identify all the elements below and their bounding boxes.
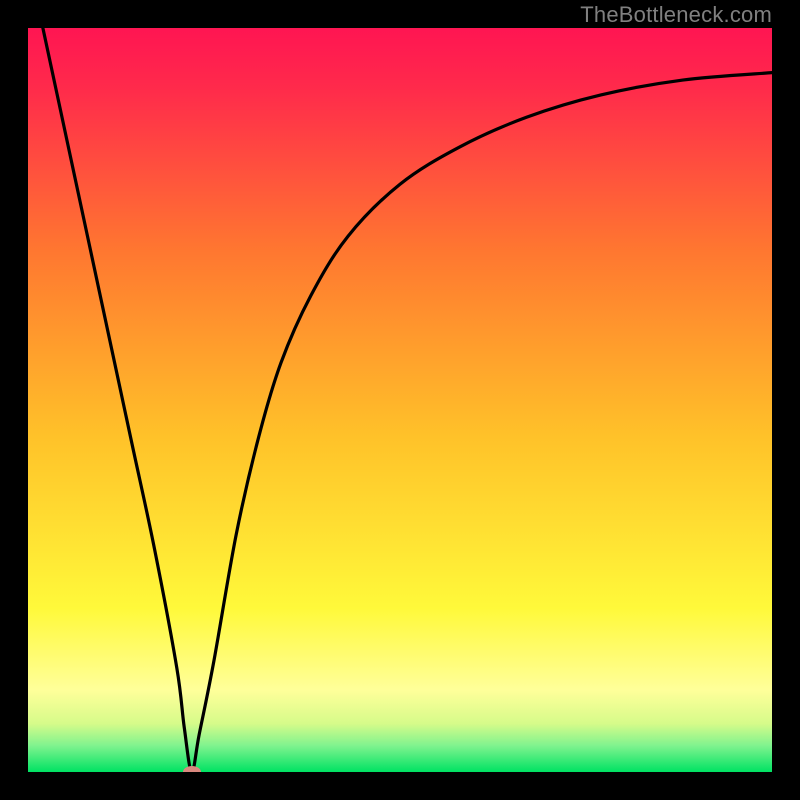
- minimum-marker: [183, 766, 201, 772]
- watermark-text: TheBottleneck.com: [580, 2, 772, 28]
- bottleneck-curve: [28, 28, 772, 772]
- chart-frame: TheBottleneck.com: [0, 0, 800, 800]
- plot-area: [28, 28, 772, 772]
